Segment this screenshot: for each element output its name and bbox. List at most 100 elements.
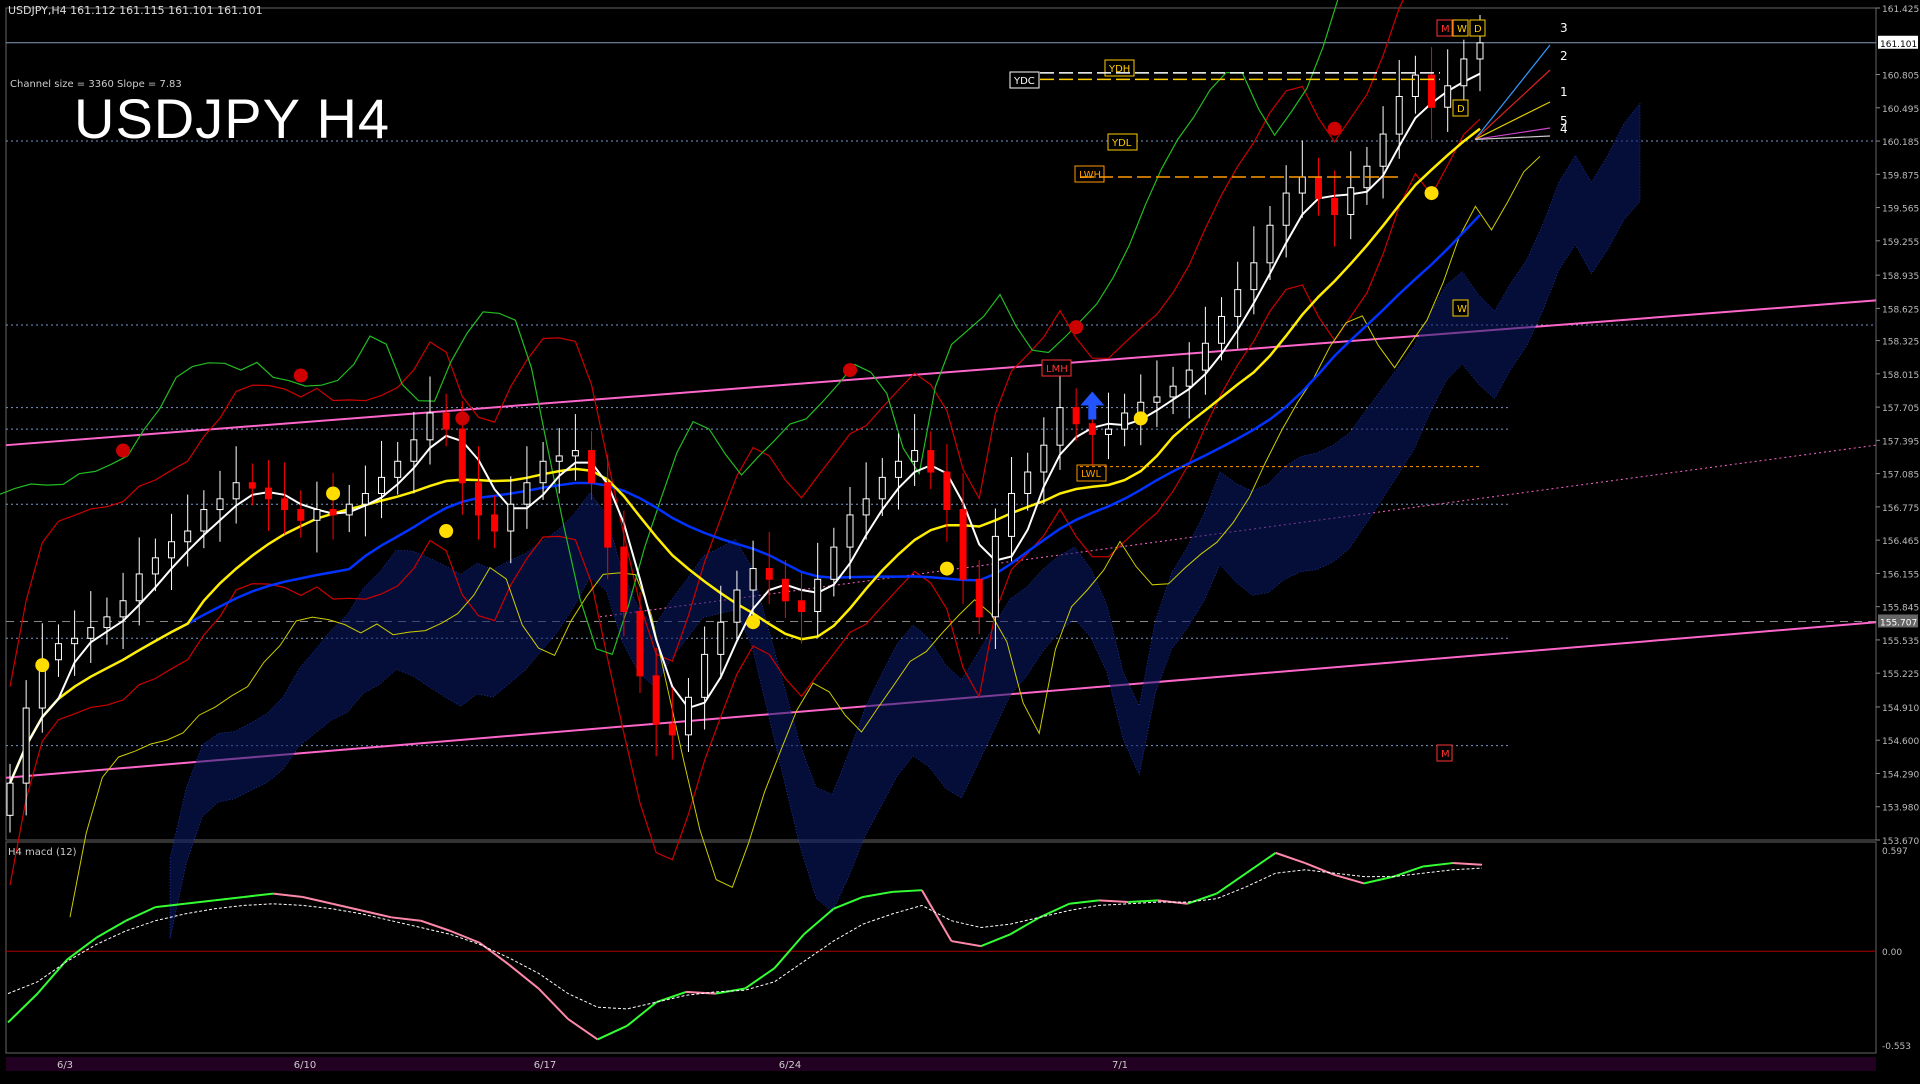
macd-segment <box>214 895 244 902</box>
macd-segment <box>715 987 746 995</box>
price-tick-label: 153.670 <box>1882 837 1919 847</box>
bull-candle <box>1008 492 1016 537</box>
symbol-info: USDJPY,H4 161.112 161.115 161.101 161.10… <box>8 4 263 17</box>
bull-candle <box>1411 74 1419 98</box>
macd-segment <box>537 987 569 1020</box>
price-tick-label: 157.085 <box>1882 471 1919 481</box>
level-tag-label: M <box>1441 749 1450 760</box>
macd-segment <box>1157 899 1188 905</box>
bull-candle <box>507 503 515 532</box>
bull-candle <box>878 476 886 500</box>
fractal-up-marker <box>455 411 470 426</box>
price-tick-label: 160.805 <box>1882 72 1919 82</box>
price-tick-label: 155.535 <box>1882 637 1919 647</box>
level-tag-label: LWH <box>1079 170 1101 181</box>
ichimoku-cloud <box>169 102 1641 939</box>
bull-candle <box>103 616 111 629</box>
bear-candle <box>1314 176 1322 199</box>
fractal-up-marker <box>843 363 857 378</box>
fractal-down-marker <box>939 561 954 576</box>
bull-candle <box>1169 385 1177 398</box>
bear-candle <box>959 509 967 580</box>
fan-number-label: 2 <box>1560 49 1568 63</box>
price-tick-label: 155.845 <box>1882 604 1919 614</box>
bear-candle <box>1331 197 1339 216</box>
level-tag-label: D <box>1457 104 1465 115</box>
bear-candle <box>652 675 660 725</box>
bull-candle <box>216 498 224 511</box>
bear-candle <box>297 509 305 521</box>
macd-segment <box>361 909 392 919</box>
bull-candle <box>200 509 208 532</box>
price-tick-label: 158.935 <box>1882 272 1919 282</box>
price-tick-label: 157.395 <box>1882 437 1919 447</box>
bull-candle <box>1201 342 1209 371</box>
macd-segment <box>1363 875 1394 885</box>
bull-candle <box>862 498 870 516</box>
bear-candle <box>248 482 256 489</box>
bear-candle <box>927 450 935 473</box>
fan-number-label: 4 <box>1560 122 1568 136</box>
macd-label: H4 macd (12) <box>8 847 77 858</box>
bull-candle <box>701 653 709 698</box>
bull-candle <box>749 568 757 591</box>
buy-signal-arrow <box>1080 391 1105 420</box>
level-tag-label: W <box>1457 24 1467 35</box>
bull-candle <box>87 627 95 639</box>
date-tick-label: 6/10 <box>294 1060 316 1071</box>
macd-segment <box>66 936 98 961</box>
bull-candle <box>814 578 822 612</box>
macd-segment <box>1069 899 1099 905</box>
bull-candle <box>361 492 369 505</box>
price-tick-label: 154.910 <box>1882 704 1919 714</box>
macd-segment <box>1098 899 1129 904</box>
fractal-down-marker <box>1133 411 1148 426</box>
bear-candle <box>264 487 272 500</box>
bear-candle <box>781 578 789 602</box>
price-tick-label: 161.425 <box>1882 5 1919 15</box>
macd-segment <box>1039 902 1070 919</box>
macd-segment <box>921 889 953 942</box>
bear-candle <box>458 428 466 484</box>
bull-candle <box>71 637 79 645</box>
fractal-down-marker <box>1424 186 1439 201</box>
bull-candle <box>184 530 192 543</box>
macd-segment <box>243 892 274 898</box>
level-tag-label: LWL <box>1081 469 1102 480</box>
bull-candle <box>1056 407 1064 446</box>
fractal-down-marker <box>326 486 341 501</box>
date-tick-label: 7/1 <box>1112 1060 1128 1071</box>
price-tick-label: 157.705 <box>1882 404 1919 414</box>
macd-segment <box>184 899 215 905</box>
bull-candle <box>410 439 418 462</box>
price-tick-label: 159.875 <box>1882 171 1919 181</box>
macd-segment <box>1128 899 1158 904</box>
bear-candle <box>281 498 289 511</box>
macd-segment <box>862 890 893 898</box>
macd-segment <box>626 1001 658 1027</box>
macd-tick-label: -0.553 <box>1882 1042 1911 1052</box>
macd-segment <box>302 895 333 905</box>
bear-candle <box>491 514 499 532</box>
bull-candle <box>378 476 386 494</box>
ma-mid-yellow <box>8 127 1481 784</box>
fan-line <box>1474 69 1551 140</box>
macd-segment <box>744 967 776 990</box>
macd-tick-label: 0.00 <box>1882 948 1902 958</box>
bull-candle <box>555 455 563 462</box>
macd-tick-label: 0.597 <box>1882 847 1908 857</box>
bull-candle <box>1460 58 1468 87</box>
bull-candle <box>911 450 919 462</box>
date-tick-label: 6/17 <box>534 1060 556 1071</box>
macd-frame <box>5 841 1877 1054</box>
bull-candle <box>1444 85 1452 108</box>
macd-segment <box>1275 851 1306 865</box>
bull-candle <box>232 482 240 500</box>
macd-segment <box>892 889 922 893</box>
bull-candle <box>830 546 838 580</box>
bull-candle <box>22 707 30 784</box>
macd-segment <box>597 1024 628 1041</box>
macd-segment <box>1452 862 1483 866</box>
channel-info: Channel size = 3360 Slope = 7.83 <box>10 79 182 90</box>
price-tick-label: 158.625 <box>1882 305 1919 315</box>
